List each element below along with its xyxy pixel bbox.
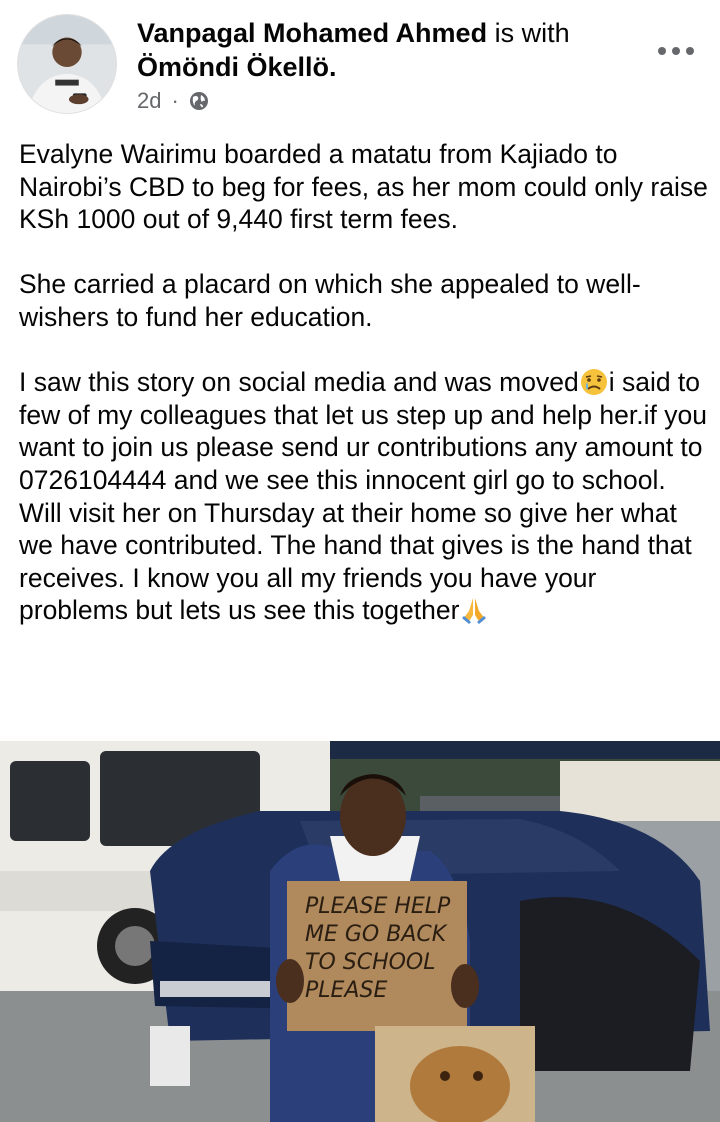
placard-line-4: PLEASE	[305, 978, 387, 1003]
post-time[interactable]: 2d	[137, 88, 161, 114]
praying-hands-emoji	[459, 595, 489, 625]
header-line: Vanpagal Mohamed Ahmed is with	[137, 16, 657, 50]
post-body: Evalyne Wairimu boarded a matatu from Ka…	[19, 138, 709, 660]
header-text: Vanpagal Mohamed Ahmed is with Ömöndi Ök…	[137, 16, 657, 114]
placard-line-1: PLEASE HELP	[305, 894, 451, 919]
post-header: Vanpagal Mohamed Ahmed is with Ömöndi Ök…	[0, 0, 720, 130]
placard-line-3: TO SCHOOL	[305, 950, 436, 975]
post-paragraph-3: I saw this story on social media and was…	[19, 366, 709, 627]
paragraph-3-end: i said to few of my colleagues that let …	[19, 367, 715, 626]
avatar-photo	[18, 15, 116, 113]
paragraph-3-start: I saw this story on social media and was…	[19, 367, 579, 398]
author-name[interactable]: Vanpagal Mohamed Ahmed	[137, 18, 487, 48]
post-paragraph-1: Evalyne Wairimu boarded a matatu from Ka…	[19, 139, 716, 235]
globe-icon[interactable]	[189, 91, 209, 111]
meta-separator: ·	[171, 88, 179, 113]
post-photo[interactable]: PLEASE HELP ME GO BACK TO SCHOOL PLEASE	[0, 741, 720, 1122]
post-paragraph-2: She carried a placard on which she appea…	[19, 269, 641, 332]
more-options-icon[interactable]	[658, 44, 694, 58]
placard-line-2: ME GO BACK	[305, 922, 448, 947]
crying-face-emoji	[579, 367, 609, 397]
header-line-2: Ömöndi Ökellö.	[137, 50, 657, 84]
with-connector: is with	[487, 18, 570, 48]
avatar[interactable]	[17, 14, 117, 114]
tagged-user[interactable]: Ömöndi Ökellö.	[137, 52, 337, 82]
post-meta: 2d ·	[137, 88, 657, 114]
photo-scene: PLEASE HELP ME GO BACK TO SCHOOL PLEASE	[0, 741, 720, 1122]
